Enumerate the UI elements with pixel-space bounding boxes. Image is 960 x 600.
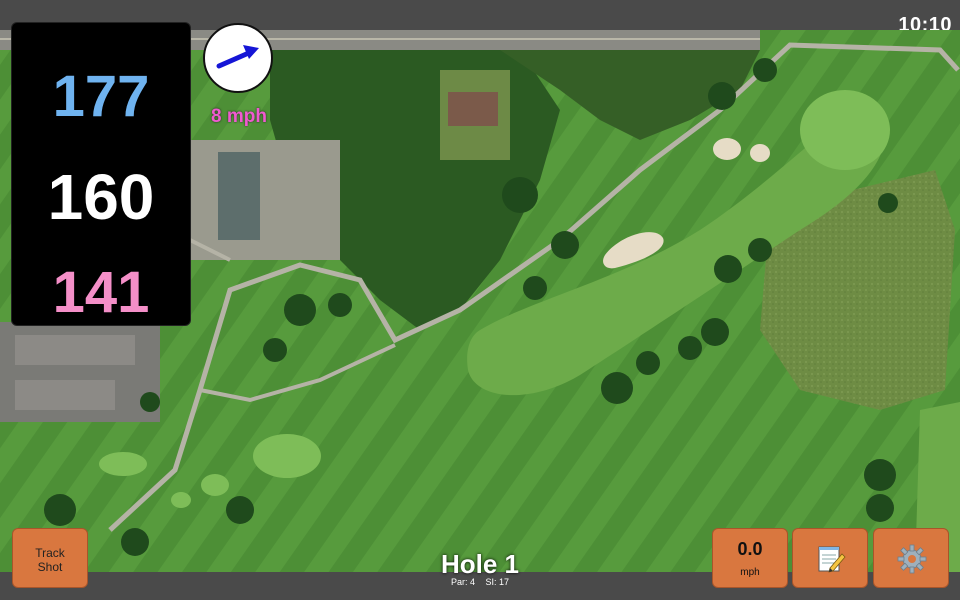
arrow-east-northeast-icon [216,45,259,69]
distance-panel: 177 160 141 [11,22,191,326]
front-distance: 141 [52,260,150,325]
track-shot-button[interactable]: Track Shot [12,528,88,588]
wind-speed-value: 0.0 [737,539,763,559]
wind-speed-unit: mph [740,567,760,578]
wind-speed-button[interactable]: 0.0 mph [712,528,788,588]
notes-button[interactable] [792,528,868,588]
gear-icon [897,544,927,574]
wind-direction-indicator [203,23,273,93]
track-shot-label-line2: Shot [37,560,63,574]
hole-stroke-index: SI: 17 [485,577,510,587]
hole-title: Hole 1 [440,549,520,579]
notepad-pencil-icon [818,546,846,573]
track-shot-label-line1: Track [35,546,65,560]
hole-par: Par: 4 [450,577,475,587]
middle-distance: 160 [47,161,155,233]
wind-speed-label: 8 mph [211,106,267,127]
back-distance: 177 [52,64,150,129]
settings-button[interactable] [873,528,949,588]
hole-info: Par: 4 SI: 17 [380,577,580,587]
